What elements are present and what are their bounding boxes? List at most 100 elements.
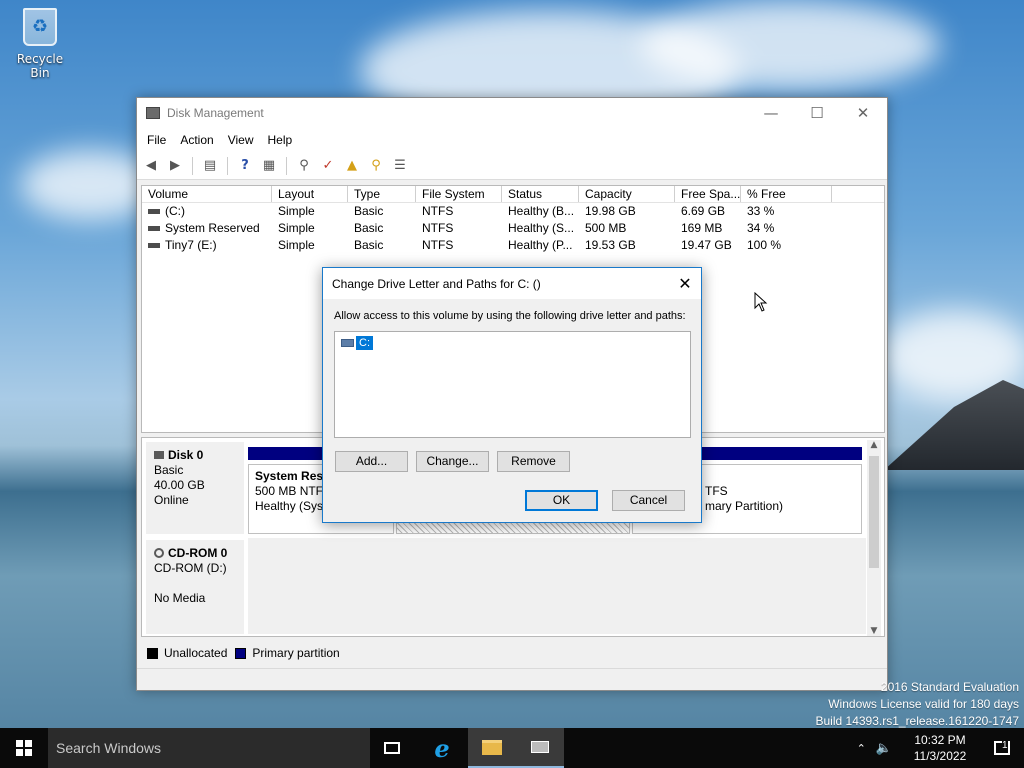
close-icon: ✕ bbox=[856, 104, 870, 122]
action-center-button[interactable]: 1 bbox=[980, 728, 1024, 768]
change-button[interactable]: Change... bbox=[416, 451, 489, 472]
scroll-up-icon[interactable]: ▲ bbox=[867, 440, 881, 450]
add-button[interactable]: Add... bbox=[335, 451, 408, 472]
disk-view-scrollbar[interactable]: ▲ ▼ bbox=[867, 440, 881, 636]
column-header-volume[interactable]: Volume bbox=[142, 186, 272, 202]
file-system-cell: NTFS bbox=[422, 221, 454, 235]
capacity-cell: 19.98 GB bbox=[585, 204, 636, 218]
drive-icon bbox=[148, 243, 160, 249]
disk-management-taskbar-button[interactable] bbox=[516, 728, 564, 768]
status-bar bbox=[137, 668, 887, 690]
minimize-button[interactable]: — bbox=[748, 98, 794, 128]
layout-cell: Simple bbox=[278, 204, 315, 218]
search-box[interactable]: Search Windows bbox=[48, 728, 370, 768]
layout-cell: Simple bbox=[278, 238, 315, 252]
minimize-icon: — bbox=[763, 104, 779, 122]
clock-time: 10:32 PM bbox=[914, 733, 966, 747]
task-view-icon bbox=[384, 742, 400, 754]
volume-name: System Reserved bbox=[165, 221, 260, 235]
search-icon[interactable]: ⚲ bbox=[366, 157, 386, 175]
show-hide-action-pane-icon[interactable]: ▦ bbox=[259, 157, 279, 175]
column-header-status[interactable]: Status bbox=[502, 186, 579, 202]
internet-explorer-button[interactable]: e bbox=[418, 728, 466, 768]
unallocated-swatch bbox=[147, 647, 158, 659]
toolbar-separator bbox=[192, 156, 193, 175]
window-titlebar[interactable]: Disk Management — ☐ ✕ bbox=[137, 98, 887, 128]
percent-free-cell: 100 % bbox=[747, 238, 782, 252]
taskbar: Search Windows e ⌃ 🔈 10:32 PM 11/3/2022 … bbox=[0, 728, 1024, 768]
volume-muted-icon[interactable]: 🔈 bbox=[876, 740, 892, 756]
dialog-message: Allow access to this volume by using the… bbox=[334, 310, 686, 322]
chevron-up-icon[interactable]: ⌃ bbox=[857, 742, 866, 755]
task-view-button[interactable] bbox=[368, 728, 416, 768]
dialog-close-button[interactable]: ✕ bbox=[669, 268, 701, 299]
maximize-button[interactable]: ☐ bbox=[794, 98, 840, 128]
toolbar-separator bbox=[286, 156, 287, 175]
watermark-line: 2016 Standard Evaluation bbox=[880, 680, 1019, 694]
column-header-capacity[interactable]: Capacity bbox=[579, 186, 675, 202]
menu-view[interactable]: View bbox=[221, 133, 261, 147]
cdrom-0-type: CD-ROM (D:) bbox=[154, 561, 227, 575]
checkmark-icon[interactable]: ✓ bbox=[318, 157, 338, 175]
drive-path-list[interactable]: C: bbox=[334, 331, 691, 438]
start-button[interactable] bbox=[0, 728, 48, 768]
disk-0-type: Basic bbox=[154, 463, 184, 477]
status-cell: Healthy (B... bbox=[508, 204, 575, 218]
column-header-file-system[interactable]: File System bbox=[416, 186, 502, 202]
menu-bar: File Action View Help bbox=[137, 128, 887, 152]
layout-cell: Simple bbox=[278, 221, 315, 235]
connect-icon[interactable]: ⚲ bbox=[294, 157, 314, 175]
file-system-cell: NTFS bbox=[422, 204, 454, 218]
help-icon[interactable]: ? bbox=[235, 157, 255, 175]
forward-icon[interactable]: ▶ bbox=[165, 157, 185, 175]
disk-0-label[interactable]: Disk 0 Basic 40.00 GB Online bbox=[146, 442, 244, 534]
volume-list-header: Volume Layout Type File System Status Ca… bbox=[142, 186, 884, 203]
menu-file[interactable]: File bbox=[140, 133, 173, 147]
back-icon[interactable]: ◀ bbox=[141, 157, 161, 175]
scroll-down-icon[interactable]: ▼ bbox=[867, 626, 881, 636]
list-item[interactable]: C: bbox=[341, 336, 373, 350]
list-item-label: C: bbox=[356, 336, 373, 350]
remove-button[interactable]: Remove bbox=[497, 451, 570, 472]
column-header-layout[interactable]: Layout bbox=[272, 186, 348, 202]
table-row[interactable]: System Reserved Simple Basic NTFS Health… bbox=[142, 220, 884, 237]
cancel-button[interactable]: Cancel bbox=[612, 490, 685, 511]
table-row[interactable]: (C:) Simple Basic NTFS Healthy (B... 19.… bbox=[142, 203, 884, 220]
system-tray: ⌃ 🔈 10:32 PM 11/3/2022 1 bbox=[857, 728, 1024, 768]
drive-icon bbox=[148, 226, 160, 232]
clock[interactable]: 10:32 PM 11/3/2022 bbox=[900, 732, 980, 764]
primary-partition-swatch bbox=[235, 647, 247, 659]
menu-action[interactable]: Action bbox=[173, 133, 220, 147]
file-explorer-button[interactable] bbox=[468, 728, 516, 768]
legend-primary: Primary partition bbox=[252, 646, 340, 660]
dialog-titlebar[interactable]: Change Drive Letter and Paths for C: () … bbox=[323, 268, 701, 299]
scrollbar-thumb[interactable] bbox=[869, 456, 879, 568]
volume-name: (C:) bbox=[165, 204, 185, 218]
mouse-cursor-icon bbox=[754, 292, 768, 312]
type-cell: Basic bbox=[354, 238, 384, 252]
partition-fs: TFS bbox=[705, 484, 728, 498]
recycle-bin-icon bbox=[23, 8, 57, 46]
evaluation-watermark: 2016 Standard Evaluation Windows License… bbox=[816, 679, 1020, 730]
column-header-percent-free[interactable]: % Free bbox=[741, 186, 832, 202]
status-cell: Healthy (S... bbox=[508, 221, 575, 235]
disk-icon bbox=[154, 451, 164, 459]
close-button[interactable]: ✕ bbox=[840, 98, 886, 128]
menu-help[interactable]: Help bbox=[261, 133, 300, 147]
column-header-free-space[interactable]: Free Spa... bbox=[675, 186, 741, 202]
desktop-icon-recycle-bin[interactable]: Recycle Bin bbox=[8, 8, 72, 80]
close-icon: ✕ bbox=[678, 275, 692, 293]
free-space-cell: 6.69 GB bbox=[681, 204, 726, 218]
type-cell: Basic bbox=[354, 204, 384, 218]
column-header-type[interactable]: Type bbox=[348, 186, 416, 202]
folder-up-icon[interactable]: ▲ bbox=[342, 157, 362, 175]
internet-explorer-icon: e bbox=[434, 733, 450, 763]
disk-0-name: Disk 0 bbox=[168, 448, 204, 462]
disk-management-icon bbox=[531, 741, 549, 753]
properties-icon[interactable]: ☰ bbox=[390, 157, 410, 175]
show-hide-console-tree-icon[interactable]: ▤ bbox=[200, 157, 220, 175]
table-row[interactable]: Tiny7 (E:) Simple Basic NTFS Healthy (P.… bbox=[142, 237, 884, 254]
cdrom-0-label[interactable]: CD-ROM 0 CD-ROM (D:) No Media bbox=[146, 540, 244, 634]
folder-icon bbox=[482, 739, 502, 755]
ok-button[interactable]: OK bbox=[525, 490, 598, 511]
